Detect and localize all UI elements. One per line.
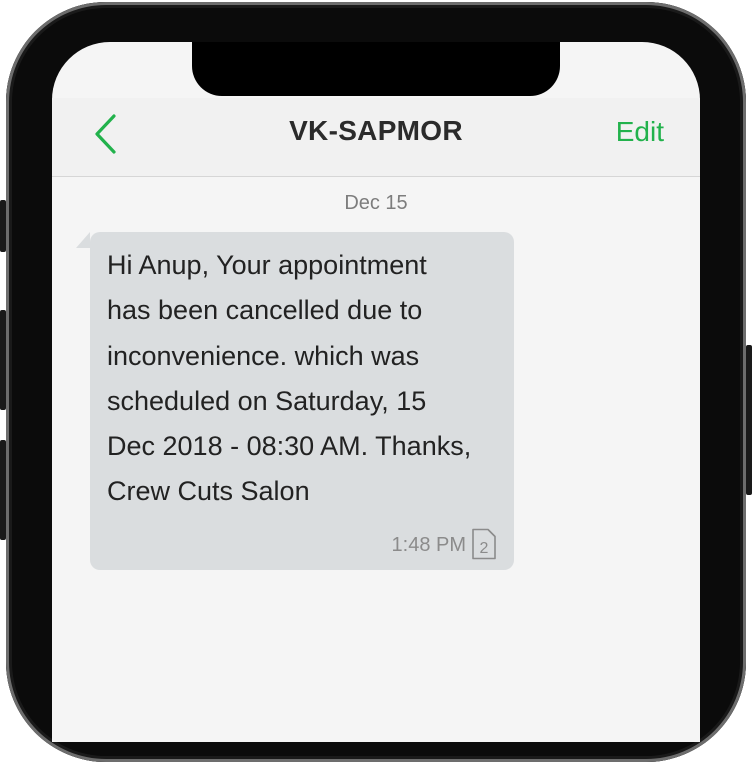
message-bubble[interactable]: Hi Anup, Your appointment has been cance… [90,232,514,570]
contact-name-title: VK-SAPMOR [289,115,463,146]
sim-slot-number: 2 [480,540,489,557]
side-button-volume-down [0,440,6,540]
side-button-power [746,345,752,495]
notch [192,42,560,96]
side-button-silent [0,200,6,252]
message-text: Hi Anup, Your appointment has been cance… [107,250,472,507]
side-button-volume-up [0,310,6,410]
phone-screen: VK-SAPMOR Edit Dec 15 Hi Anup, Your appo… [52,42,700,742]
message-timestamp: 1:48 PM [391,534,466,556]
sim-card-icon: 2 [471,528,497,560]
date-separator: Dec 15 [344,192,408,214]
conversation-header: VK-SAPMOR Edit [52,98,700,177]
edit-button[interactable]: Edit [616,116,664,148]
bubble-tail [76,232,90,248]
